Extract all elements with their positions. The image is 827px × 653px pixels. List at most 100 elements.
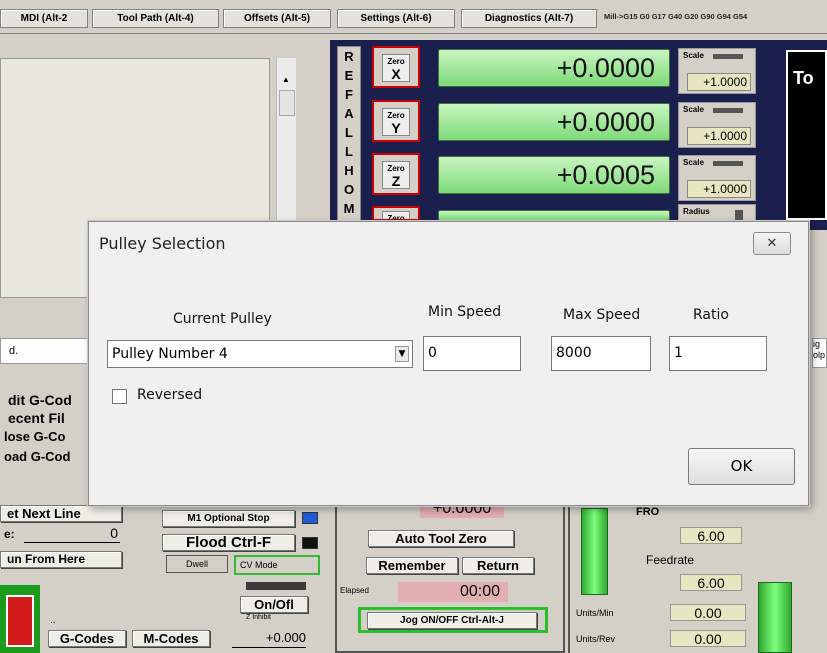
zero-y-button[interactable]: Zero Y — [372, 100, 420, 142]
zero-text: Zero — [387, 57, 405, 66]
recent-file-button[interactable]: ecent Fil — [8, 410, 65, 426]
auto-tool-zero-button[interactable]: Auto Tool Zero — [368, 530, 514, 547]
elapsed-label: Elapsed — [340, 586, 369, 595]
zero-text: Zero — [387, 214, 405, 221]
zero-label: Zero Y — [382, 108, 410, 136]
flood-led-icon — [302, 537, 318, 549]
remember-button[interactable]: Remember — [366, 557, 458, 574]
m1-optional-stop-button[interactable]: M1 Optional Stop — [162, 510, 295, 527]
ref-home-letter: R — [344, 49, 354, 64]
ratio-input[interactable]: 1 — [669, 336, 767, 371]
modal-gcode-line: Mill->G15 G0 G17 G40 G20 G90 G94 G54 — [604, 12, 748, 21]
scale-z: Scale +1.0000 — [678, 155, 756, 201]
zero-z-button[interactable]: Zero Z — [372, 153, 420, 195]
units-min-value: 0.00 — [670, 604, 746, 621]
dro-4-value[interactable] — [438, 210, 670, 221]
dro-z-value[interactable]: +0.0005 — [438, 156, 670, 194]
status-text: d. — [0, 338, 88, 364]
z-inhibit-led — [246, 582, 306, 590]
z-inhibit-value[interactable]: +0.000 — [232, 630, 306, 648]
tab-bar: MDI (Alt-2 Tool Path (Alt-4) Offsets (Al… — [0, 0, 827, 34]
g-codes-button[interactable]: G-Codes — [48, 630, 126, 647]
dro-x-value[interactable]: +0.0000 — [438, 49, 670, 87]
ref-home-letter: A — [344, 106, 354, 121]
tab-diagnostics[interactable]: Diagnostics (Alt-7) — [461, 9, 597, 28]
axis-letter: X — [391, 66, 401, 82]
edit-gcode-button[interactable]: dit G-Cod — [8, 392, 72, 408]
elapsed-time: 00:00 — [398, 582, 508, 602]
load-gcode-button[interactable]: oad G-Cod — [4, 449, 70, 464]
ref-home-letter: E — [344, 68, 354, 83]
zero-4-button[interactable]: Zero — [372, 206, 420, 221]
pulley-selection-dialog: Pulley Selection ✕ Current Pulley Min Sp… — [88, 221, 809, 506]
ref-home-letter: L — [345, 144, 353, 159]
scale-led-icon — [713, 108, 743, 113]
file-menu: dit G-Cod ecent Fil lose G-Co oad G-Cod — [0, 388, 90, 508]
set-next-line-button[interactable]: et Next Line — [0, 505, 122, 522]
min-speed-input[interactable]: 0 — [423, 336, 521, 371]
close-button[interactable]: ✕ — [753, 232, 791, 255]
close-gcode-button[interactable]: lose G-Co — [4, 429, 65, 444]
ref-home-letter: M — [343, 201, 355, 216]
scale-value[interactable]: +1.0000 — [687, 73, 751, 91]
scale-led-icon — [713, 54, 743, 59]
units-rev-label: Units/Rev — [576, 634, 616, 644]
return-button[interactable]: Return — [462, 557, 534, 574]
scale-label: Scale — [683, 51, 704, 60]
units-min-label: Units/Min — [576, 608, 614, 618]
run-from-here-button[interactable]: un From Here — [0, 551, 122, 568]
line-label: e: — [4, 527, 15, 541]
zero-label: Zero X — [382, 54, 410, 82]
tab-tool-path[interactable]: Tool Path (Alt-4) — [92, 9, 219, 28]
radius-label: Radius — [683, 207, 710, 216]
ref-home-letter: H — [344, 163, 354, 178]
flood-button[interactable]: Flood Ctrl-F — [162, 534, 295, 551]
tab-offsets[interactable]: Offsets (Alt-5) — [223, 9, 331, 28]
dro-y-value[interactable]: +0.0000 — [438, 103, 670, 141]
zero-label: Zero Z — [382, 161, 410, 189]
current-pulley-label: Current Pulley — [173, 311, 272, 327]
scroll-up-icon[interactable]: ▲ — [278, 72, 294, 88]
ref-home-letter: O — [343, 182, 355, 197]
tool-display: To — [786, 50, 827, 220]
dots-label: .. — [50, 615, 56, 626]
z-inhibit-onoff-button[interactable]: On/Ofl — [240, 596, 308, 613]
dwell-indicator: Dwell — [166, 555, 228, 573]
jog-frame: Jog ON/OFF Ctrl-Alt-J — [358, 607, 548, 633]
reversed-checkbox[interactable] — [112, 389, 127, 404]
ref-all-home-button[interactable]: REFALLHOM — [337, 46, 361, 224]
tab-settings[interactable]: Settings (Alt-6) — [337, 9, 455, 28]
min-speed-label: Min Speed — [428, 304, 502, 320]
close-icon: ✕ — [766, 235, 778, 250]
tool-offset-value: +0.0000 — [420, 504, 504, 518]
fro-value[interactable]: 6.00 — [680, 527, 742, 544]
tool-label: To — [793, 68, 814, 88]
ratio-label: Ratio — [693, 307, 729, 323]
max-speed-label: Max Speed — [563, 307, 641, 323]
fro-led-icon — [581, 508, 608, 595]
scale-x: Scale +1.0000 — [678, 48, 756, 94]
ref-home-letter: F — [345, 87, 353, 102]
ref-home-letter: L — [345, 125, 353, 140]
reset-frame — [0, 585, 40, 653]
max-speed-input[interactable]: 8000 — [551, 336, 651, 371]
scroll-thumb[interactable] — [279, 90, 295, 116]
current-pulley-select[interactable]: Pulley Number 4 ▼ — [107, 340, 413, 368]
jog-onoff-button[interactable]: Jog ON/OFF Ctrl-Alt-J — [367, 612, 537, 629]
line-number-field[interactable]: 0 — [24, 525, 120, 543]
scale-value[interactable]: +1.0000 — [687, 127, 751, 145]
axis-letter: Z — [391, 173, 401, 189]
m-codes-button[interactable]: M-Codes — [132, 630, 210, 647]
dialog-title: Pulley Selection — [99, 234, 226, 253]
scale-value[interactable]: +1.0000 — [687, 180, 751, 198]
chevron-down-icon[interactable]: ▼ — [395, 346, 409, 362]
ok-button[interactable]: OK — [688, 448, 795, 485]
zero-text: Zero — [387, 164, 405, 173]
axis-letter: Y — [391, 120, 401, 136]
reversed-label: Reversed — [137, 387, 203, 403]
reset-button[interactable] — [6, 595, 34, 647]
zero-x-button[interactable]: Zero X — [372, 46, 420, 88]
tab-mdi[interactable]: MDI (Alt-2 — [0, 9, 88, 28]
right-edge-text: ig olp — [812, 338, 827, 368]
scale-label: Scale — [683, 158, 704, 167]
